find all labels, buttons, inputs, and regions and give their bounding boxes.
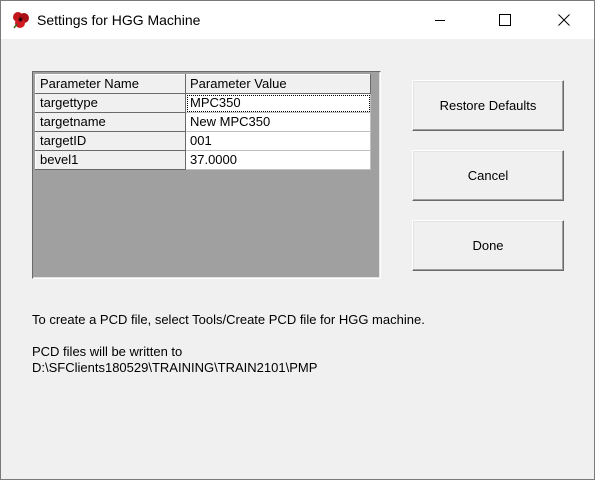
parameter-value-cell[interactable]: MPC350 xyxy=(185,93,371,113)
column-header-parameter-name[interactable]: Parameter Name xyxy=(35,74,186,94)
settings-dialog: Settings for HGG Machine Parameter Name … xyxy=(0,0,595,480)
parameter-table: Parameter Name Parameter Value targettyp… xyxy=(35,74,371,170)
maximize-button[interactable] xyxy=(482,1,528,39)
maximize-icon xyxy=(499,14,511,26)
table-row: targetID 001 xyxy=(35,131,371,151)
pcd-output-label: PCD files will be written to xyxy=(32,344,183,359)
parameter-grid[interactable]: Parameter Name Parameter Value targettyp… xyxy=(32,71,381,279)
parameter-name-cell[interactable]: bevel1 xyxy=(35,150,186,170)
minimize-button[interactable] xyxy=(417,1,463,39)
parameter-value-cell[interactable]: New MPC350 xyxy=(185,112,371,132)
parameter-value-cell[interactable]: 37.0000 xyxy=(185,150,371,170)
close-icon xyxy=(558,14,570,26)
table-row: targettype MPC350 xyxy=(35,93,371,113)
pcd-instructions-text: To create a PCD file, select Tools/Creat… xyxy=(32,312,425,327)
close-button[interactable] xyxy=(541,1,587,39)
grid-header-row: Parameter Name Parameter Value xyxy=(35,74,371,94)
parameter-grid-area: Parameter Name Parameter Value targettyp… xyxy=(33,72,380,278)
title-bar[interactable]: Settings for HGG Machine xyxy=(1,1,594,39)
parameter-name-cell[interactable]: targetname xyxy=(35,112,186,132)
red-poppy-app-icon xyxy=(13,12,29,29)
minimize-icon xyxy=(435,20,445,21)
column-header-parameter-value[interactable]: Parameter Value xyxy=(185,74,371,94)
restore-defaults-button[interactable]: Restore Defaults xyxy=(412,80,564,131)
pcd-output-path: D:\SFClients180529\TRAINING\TRAIN2101\PM… xyxy=(32,360,318,375)
parameter-name-cell[interactable]: targetID xyxy=(35,131,186,151)
table-row: targetname New MPC350 xyxy=(35,112,371,132)
done-button[interactable]: Done xyxy=(412,220,564,271)
parameter-name-cell[interactable]: targettype xyxy=(35,93,186,113)
parameter-value-cell[interactable]: 001 xyxy=(185,131,371,151)
cancel-button[interactable]: Cancel xyxy=(412,150,564,201)
window-title: Settings for HGG Machine xyxy=(37,12,201,28)
table-row: bevel1 37.0000 xyxy=(35,150,371,170)
